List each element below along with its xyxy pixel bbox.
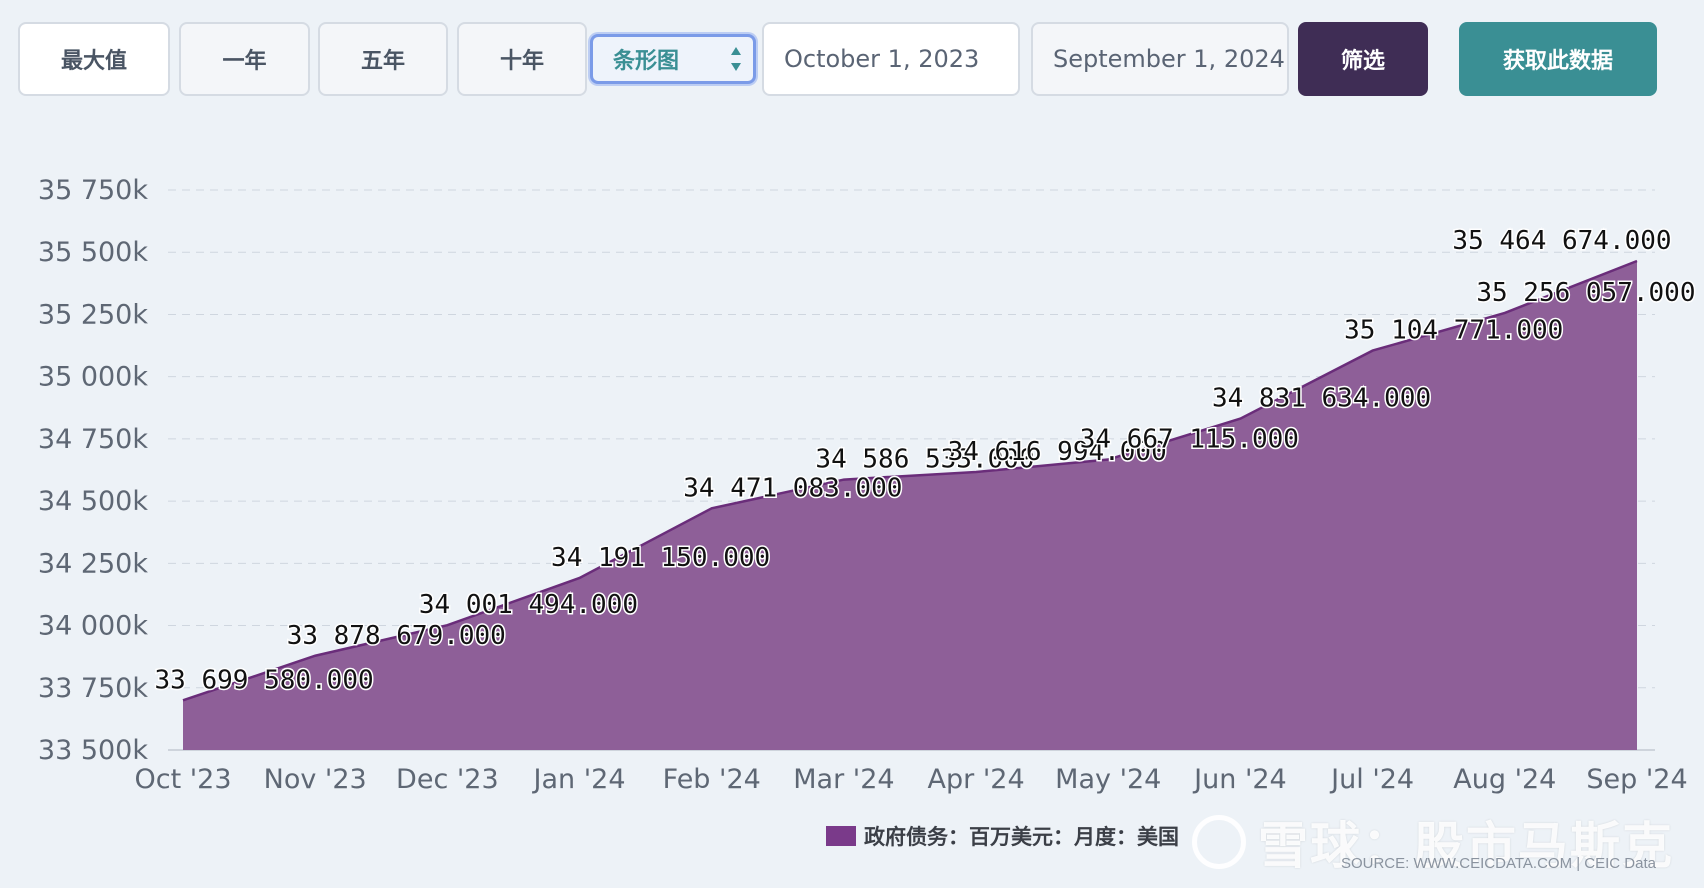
x-tick-label: Oct '23 <box>134 764 231 795</box>
y-tick-label: 35 500k <box>38 237 148 268</box>
data-label: 33 878 679.000 <box>287 621 506 651</box>
x-tick-label: May '24 <box>1055 764 1161 795</box>
select-arrows-icon <box>731 47 741 71</box>
range-5y-button[interactable]: 五年 <box>318 22 448 96</box>
legend-swatch <box>826 826 856 846</box>
end-date-input[interactable]: September 1, 2024 <box>1031 22 1289 96</box>
x-tick-label: Sep '24 <box>1586 764 1687 795</box>
chart-type-select-value: 条形图 <box>613 49 680 74</box>
chart-type-select[interactable]: 条形图 <box>590 34 756 84</box>
source-note: SOURCE: WWW.CEICDATA.COM | CEIC Data <box>1340 855 1656 872</box>
y-tick-label: 33 750k <box>38 673 148 704</box>
data-label: 34 001 494.000 <box>419 590 638 620</box>
data-label: 34 471 083.000 <box>683 473 902 503</box>
x-tick-label: Jul '24 <box>1329 764 1414 795</box>
range-max-button[interactable]: 最大值 <box>18 22 170 96</box>
x-tick-label: Feb '24 <box>663 764 761 795</box>
x-tick-label: Mar '24 <box>793 764 894 795</box>
y-tick-label: 34 750k <box>38 424 148 455</box>
y-tick-label: 34 000k <box>38 611 148 642</box>
y-tick-label: 33 500k <box>38 735 148 766</box>
range-10y-button[interactable]: 十年 <box>457 22 587 96</box>
legend-label: 政府债务：百万美元：月度：美国 <box>864 825 1179 849</box>
y-tick-label: 35 250k <box>38 299 148 330</box>
y-tick-label: 35 000k <box>38 362 148 393</box>
y-tick-label: 35 750k <box>38 175 148 206</box>
legend: 政府债务：百万美元：月度：美国 <box>826 825 1179 849</box>
start-date-input[interactable]: October 1, 2023 <box>762 22 1020 96</box>
get-data-button[interactable]: 获取此数据 <box>1459 22 1657 96</box>
x-tick-label: Jan '24 <box>532 764 626 795</box>
filter-button[interactable]: 筛选 <box>1298 22 1428 96</box>
toolbar: 最大值 一年 五年 十年 条形图 October 1, 2023 Septemb… <box>0 0 1704 110</box>
data-label: 34 191 150.000 <box>551 543 770 573</box>
data-label: 33 699 580.000 <box>155 665 374 695</box>
x-tick-label: Apr '24 <box>928 764 1025 795</box>
data-label: 35 104 771.000 <box>1344 316 1563 346</box>
x-tick-label: Aug '24 <box>1453 764 1556 795</box>
data-label: 34 831 634.000 <box>1212 384 1431 414</box>
x-tick-label: Nov '23 <box>264 764 367 795</box>
range-1y-button[interactable]: 一年 <box>179 22 310 96</box>
y-tick-label: 34 250k <box>38 548 148 579</box>
y-tick-label: 34 500k <box>38 486 148 517</box>
x-axis-ticks: Oct '23 Nov '23 Dec '23 Jan '24 Feb '24 Mar '… <box>134 764 1687 795</box>
x-tick-label: Jun '24 <box>1192 764 1287 795</box>
debt-area-chart: 33 500k 33 750k 34 000k 34 250k 34 500k 34 75… <box>38 175 1697 849</box>
data-label: 35 464 674.000 <box>1452 226 1671 256</box>
x-tick-label: Dec '23 <box>396 764 499 795</box>
data-label: 34 667 115.000 <box>1080 425 1299 455</box>
snowball-logo-icon <box>1192 815 1246 869</box>
y-axis-ticks: 33 500k 33 750k 34 000k 34 250k 34 500k 34 75… <box>38 175 148 766</box>
data-label: 35 256 057.000 <box>1476 278 1695 308</box>
